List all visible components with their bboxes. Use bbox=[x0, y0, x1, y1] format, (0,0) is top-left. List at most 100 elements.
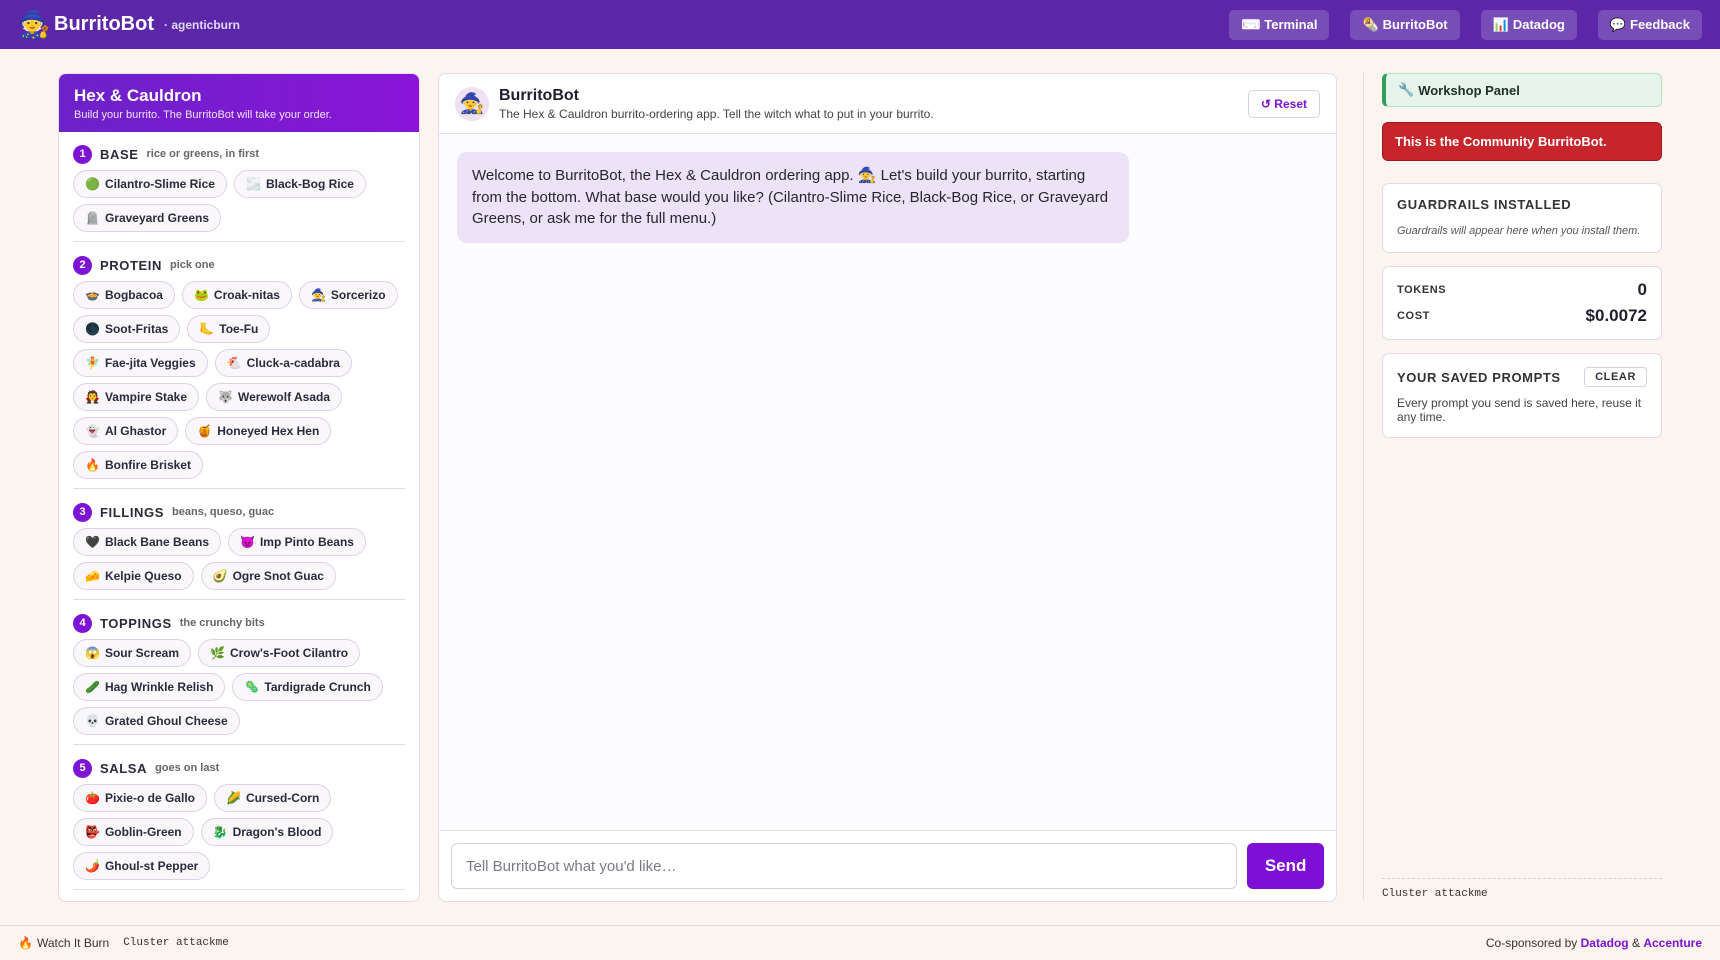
top-nav: ⌨ Terminal 🌯 BurritoBot 📊 Datadog 💬 Feed… bbox=[1229, 9, 1702, 40]
ingredient-chip[interactable]: 🥑 Ogre Snot Guac bbox=[200, 562, 336, 590]
section-hint: goes on last bbox=[155, 762, 220, 774]
ingredient-chip[interactable]: 🦶 Toe-Fu bbox=[187, 315, 271, 343]
ingredient-chip[interactable]: 🧀 Kelpie Queso bbox=[73, 562, 194, 590]
workshop-panel-header[interactable]: 🔧 Workshop Panel bbox=[1382, 73, 1662, 107]
watch-it-burn-link[interactable]: 🔥 Watch It Burn bbox=[18, 936, 109, 950]
ingredient-chip[interactable]: 👺 Goblin-Green bbox=[73, 818, 194, 846]
saved-prompts-header: YOUR SAVED PROMPTS CLEAR bbox=[1397, 367, 1647, 387]
ingredient-icon: 🍲 bbox=[85, 288, 100, 302]
ingredient-chip[interactable]: 🖤 Black Bane Beans bbox=[73, 528, 222, 556]
terminal-button[interactable]: ⌨ Terminal bbox=[1229, 9, 1330, 40]
workshop-panel: 🔧 Workshop Panel This is the Community B… bbox=[1382, 73, 1662, 438]
datadog-button[interactable]: 📊 Datadog bbox=[1480, 9, 1577, 40]
ingredient-chip[interactable]: 🌑 Soot-Fritas bbox=[73, 315, 181, 343]
chat-header: 🧙 BurritoBot The Hex & Cauldron burrito-… bbox=[439, 74, 1336, 134]
section-title: SALSA bbox=[100, 760, 148, 776]
step-number-badge: 1 bbox=[73, 144, 92, 164]
section-hint: beans, queso, guac bbox=[172, 506, 275, 518]
ingredient-label: Kelpie Queso bbox=[104, 569, 182, 583]
speech-bubble-icon: 💬 bbox=[1609, 16, 1627, 32]
ingredient-chip[interactable]: 🦠 Tardigrade Crunch bbox=[232, 673, 383, 701]
menu-section-base: 1 BASE rice or greens, in first 🟢 Cilantro-S… bbox=[73, 144, 405, 242]
ingredient-icon: 🥑 bbox=[212, 569, 228, 583]
accenture-link[interactable]: Accenture bbox=[1643, 936, 1702, 950]
ingredient-label: Graveyard Greens bbox=[104, 211, 210, 225]
ingredient-chip[interactable]: 🥒 Hag Wrinkle Relish bbox=[73, 673, 226, 701]
tokens-label: TOKENS bbox=[1397, 284, 1447, 296]
send-button[interactable]: Send bbox=[1247, 843, 1324, 889]
menu-panel-header: Hex & Cauldron Build your burrito. The B… bbox=[59, 74, 419, 132]
ampersand: & bbox=[1631, 936, 1640, 950]
reset-button[interactable]: ↺ Reset bbox=[1247, 89, 1320, 118]
ingredient-chip[interactable]: 😱 Sour Scream bbox=[73, 639, 191, 667]
ingredient-icon: 🌫️ bbox=[245, 177, 261, 191]
chat-input-row: Send bbox=[439, 831, 1336, 901]
ingredient-chip[interactable]: 🔥 Bonfire Brisket bbox=[73, 451, 203, 479]
ingredient-chip[interactable]: 🧛 Vampire Stake bbox=[73, 383, 200, 411]
ingredient-icon: 👻 bbox=[85, 424, 100, 438]
ingredient-label: Tardigrade Crunch bbox=[264, 680, 371, 694]
ingredient-icon: 🧀 bbox=[85, 569, 100, 583]
ingredient-chip[interactable]: 🧙 Sorcerizo bbox=[298, 281, 398, 309]
ingredient-label: Hag Wrinkle Relish bbox=[104, 680, 214, 694]
section-title: PROTEIN bbox=[100, 257, 162, 273]
ingredient-label: Toe-Fu bbox=[219, 322, 259, 336]
chat-input[interactable] bbox=[451, 843, 1238, 889]
ingredient-chip[interactable]: 🍯 Honeyed Hex Hen bbox=[185, 417, 332, 445]
datadog-link[interactable]: Datadog bbox=[1581, 936, 1629, 950]
workshop-panel-label: Workshop Panel bbox=[1418, 82, 1520, 98]
ingredient-label: Bonfire Brisket bbox=[104, 458, 191, 472]
ingredient-label: Cursed-Corn bbox=[245, 791, 320, 805]
ingredient-icon: 🧛 bbox=[85, 390, 100, 404]
chat-messages: Welcome to BurritoBot, the Hex & Cauldro… bbox=[439, 134, 1336, 831]
fire-icon: 🔥 bbox=[18, 936, 33, 950]
guardrails-note: Guardrails will appear here when you ins… bbox=[1397, 225, 1641, 237]
ingredient-label: Cluck-a-cadabra bbox=[246, 356, 340, 370]
ingredient-icon: 😈 bbox=[240, 535, 255, 549]
section-title: FILLINGS bbox=[100, 504, 165, 520]
ingredient-icon: 🥒 bbox=[85, 680, 100, 694]
chat-title: BurritoBot bbox=[499, 86, 579, 104]
ingredient-icon: 🐺 bbox=[218, 390, 233, 404]
ingredient-chip[interactable]: 💀 Grated Ghoul Cheese bbox=[73, 707, 240, 735]
burrito-icon: 🌯 bbox=[1362, 16, 1379, 32]
ingredient-chip[interactable]: 🌿 Crow's-Foot Cilantro bbox=[198, 639, 361, 667]
wizard-logo-icon: 🧙 bbox=[18, 9, 51, 39]
ingredient-icon: 🖤 bbox=[85, 535, 100, 549]
cost-label: COST bbox=[1397, 310, 1430, 322]
ingredient-chip[interactable]: 🍅 Pixie-o de Gallo bbox=[73, 784, 207, 812]
ingredient-chip[interactable]: 🐔 Cluck-a-cadabra bbox=[214, 349, 352, 377]
saved-prompts-note: Every prompt you send is saved here, reu… bbox=[1397, 396, 1642, 424]
brand-name[interactable]: BurritoBot bbox=[54, 13, 154, 36]
ingredient-chip[interactable]: 😈 Imp Pinto Beans bbox=[228, 528, 366, 556]
ingredient-chip[interactable]: 🐺 Werewolf Asada bbox=[206, 383, 342, 411]
section-hint: pick one bbox=[169, 259, 215, 271]
ingredient-label: Croak-nitas bbox=[213, 288, 280, 302]
ingredient-icon: 🍯 bbox=[197, 424, 213, 438]
burritobot-button[interactable]: 🌯 BurritoBot bbox=[1350, 9, 1460, 40]
tokens-value: 0 bbox=[1637, 280, 1647, 299]
guardrails-title: GUARDRAILS INSTALLED bbox=[1397, 197, 1572, 212]
ingredient-label: Fae-jita Veggies bbox=[104, 356, 196, 370]
ingredient-label: Crow's-Foot Cilantro bbox=[229, 646, 349, 660]
ingredient-chip[interactable]: 🐸 Croak-nitas bbox=[181, 281, 292, 309]
ingredient-chip[interactable]: 🍲 Bogbacoa bbox=[73, 281, 175, 309]
ingredient-icon: 🐉 bbox=[212, 825, 228, 839]
ingredient-chip[interactable]: 🐉 Dragon's Blood bbox=[200, 818, 334, 846]
ingredient-chip[interactable]: 🟢 Cilantro-Slime Rice bbox=[73, 170, 227, 198]
feedback-button[interactable]: 💬 Feedback bbox=[1597, 9, 1702, 40]
ingredient-chip[interactable]: 🌽 Cursed-Corn bbox=[213, 784, 332, 812]
ingredient-chip[interactable]: 🪦 Graveyard Greens bbox=[73, 204, 222, 232]
saved-prompts-card: YOUR SAVED PROMPTS CLEAR Every prompt yo… bbox=[1382, 353, 1662, 438]
ingredient-chip[interactable]: 🌶️ Ghoul-st Pepper bbox=[73, 852, 211, 880]
clear-button[interactable]: CLEAR bbox=[1584, 367, 1647, 387]
ingredient-label: Werewolf Asada bbox=[237, 390, 330, 404]
ingredient-chip[interactable]: 🌫️ Black-Bog Rice bbox=[233, 170, 366, 198]
menu-section-toppings: 4 TOPPINGS the crunchy bits 😱 Sour Scream 🌿 Cr… bbox=[73, 613, 405, 745]
ingredient-chip[interactable]: 👻 Al Ghastor bbox=[73, 417, 179, 445]
menu-section-salsa: 5 SALSA goes on last 🍅 Pixie-o de Gallo 🌽 Curs… bbox=[73, 758, 405, 890]
menu-panel-title: Hex & Cauldron bbox=[74, 86, 202, 105]
ingredient-icon: 🐸 bbox=[193, 288, 209, 302]
ingredient-chip[interactable]: 🧚 Fae-jita Veggies bbox=[73, 349, 208, 377]
menu-section-protein: 2 PROTEIN pick one 🍲 Bogbacoa 🐸 Croak-nitas 🧙 So… bbox=[73, 255, 405, 489]
